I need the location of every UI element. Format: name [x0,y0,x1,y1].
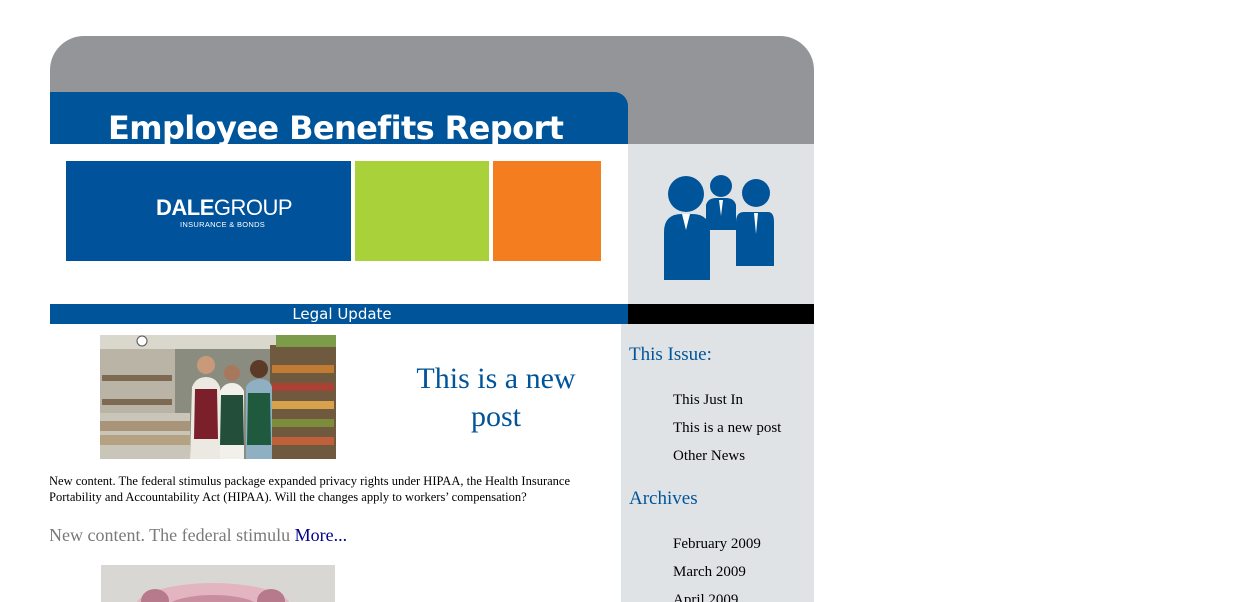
sidebar-top-bar [628,304,814,324]
staff-photo [100,335,336,459]
orange-color-block [493,161,601,261]
this-issue-list: This Just In This is a new post Other Ne… [673,386,781,470]
sidebar: This Issue: This Just In This is a new p… [621,324,814,602]
people-panel [628,144,814,304]
logo-text-regular: GROUP [213,195,293,220]
this-issue-item[interactable]: This Just In [673,386,781,414]
this-issue-item[interactable]: This is a new post [673,414,781,442]
post-excerpt: New content. The federal stimulu More... [50,523,347,547]
logo-tagline: INSURANCE & BONDS [180,220,266,229]
green-color-block [355,161,489,261]
page-title: Employee Benefits Report [108,109,564,147]
company-logo-box: DALEGROUP INSURANCE & BONDS [66,161,351,261]
section-label: Legal Update [292,305,392,323]
more-link[interactable]: More... [295,525,348,545]
archives-heading: Archives [629,488,698,509]
archive-item[interactable]: April 2009 [673,586,761,602]
logo-text-bold: DALE [156,195,214,220]
newsletter-frame: Employee Benefits Report DALEGROUP INSUR… [50,36,814,602]
archives-list: February 2009 March 2009 April 2009 [673,530,761,602]
this-issue-item[interactable]: Other News [673,442,781,470]
archive-item[interactable]: February 2009 [673,530,761,558]
excerpt-text: New content. The federal stimulu [50,525,291,545]
piggy-bank-photo [101,565,335,602]
people-group-icon [664,175,774,280]
post-body: New content. The federal stimulus packag… [50,474,571,504]
section-bar: Legal Update [50,304,628,324]
post-title: This is a new post [416,362,576,433]
archive-item[interactable]: March 2009 [673,558,761,586]
this-issue-heading: This Issue: [629,344,712,365]
company-logo: DALEGROUP INSURANCE & BONDS [156,195,293,230]
